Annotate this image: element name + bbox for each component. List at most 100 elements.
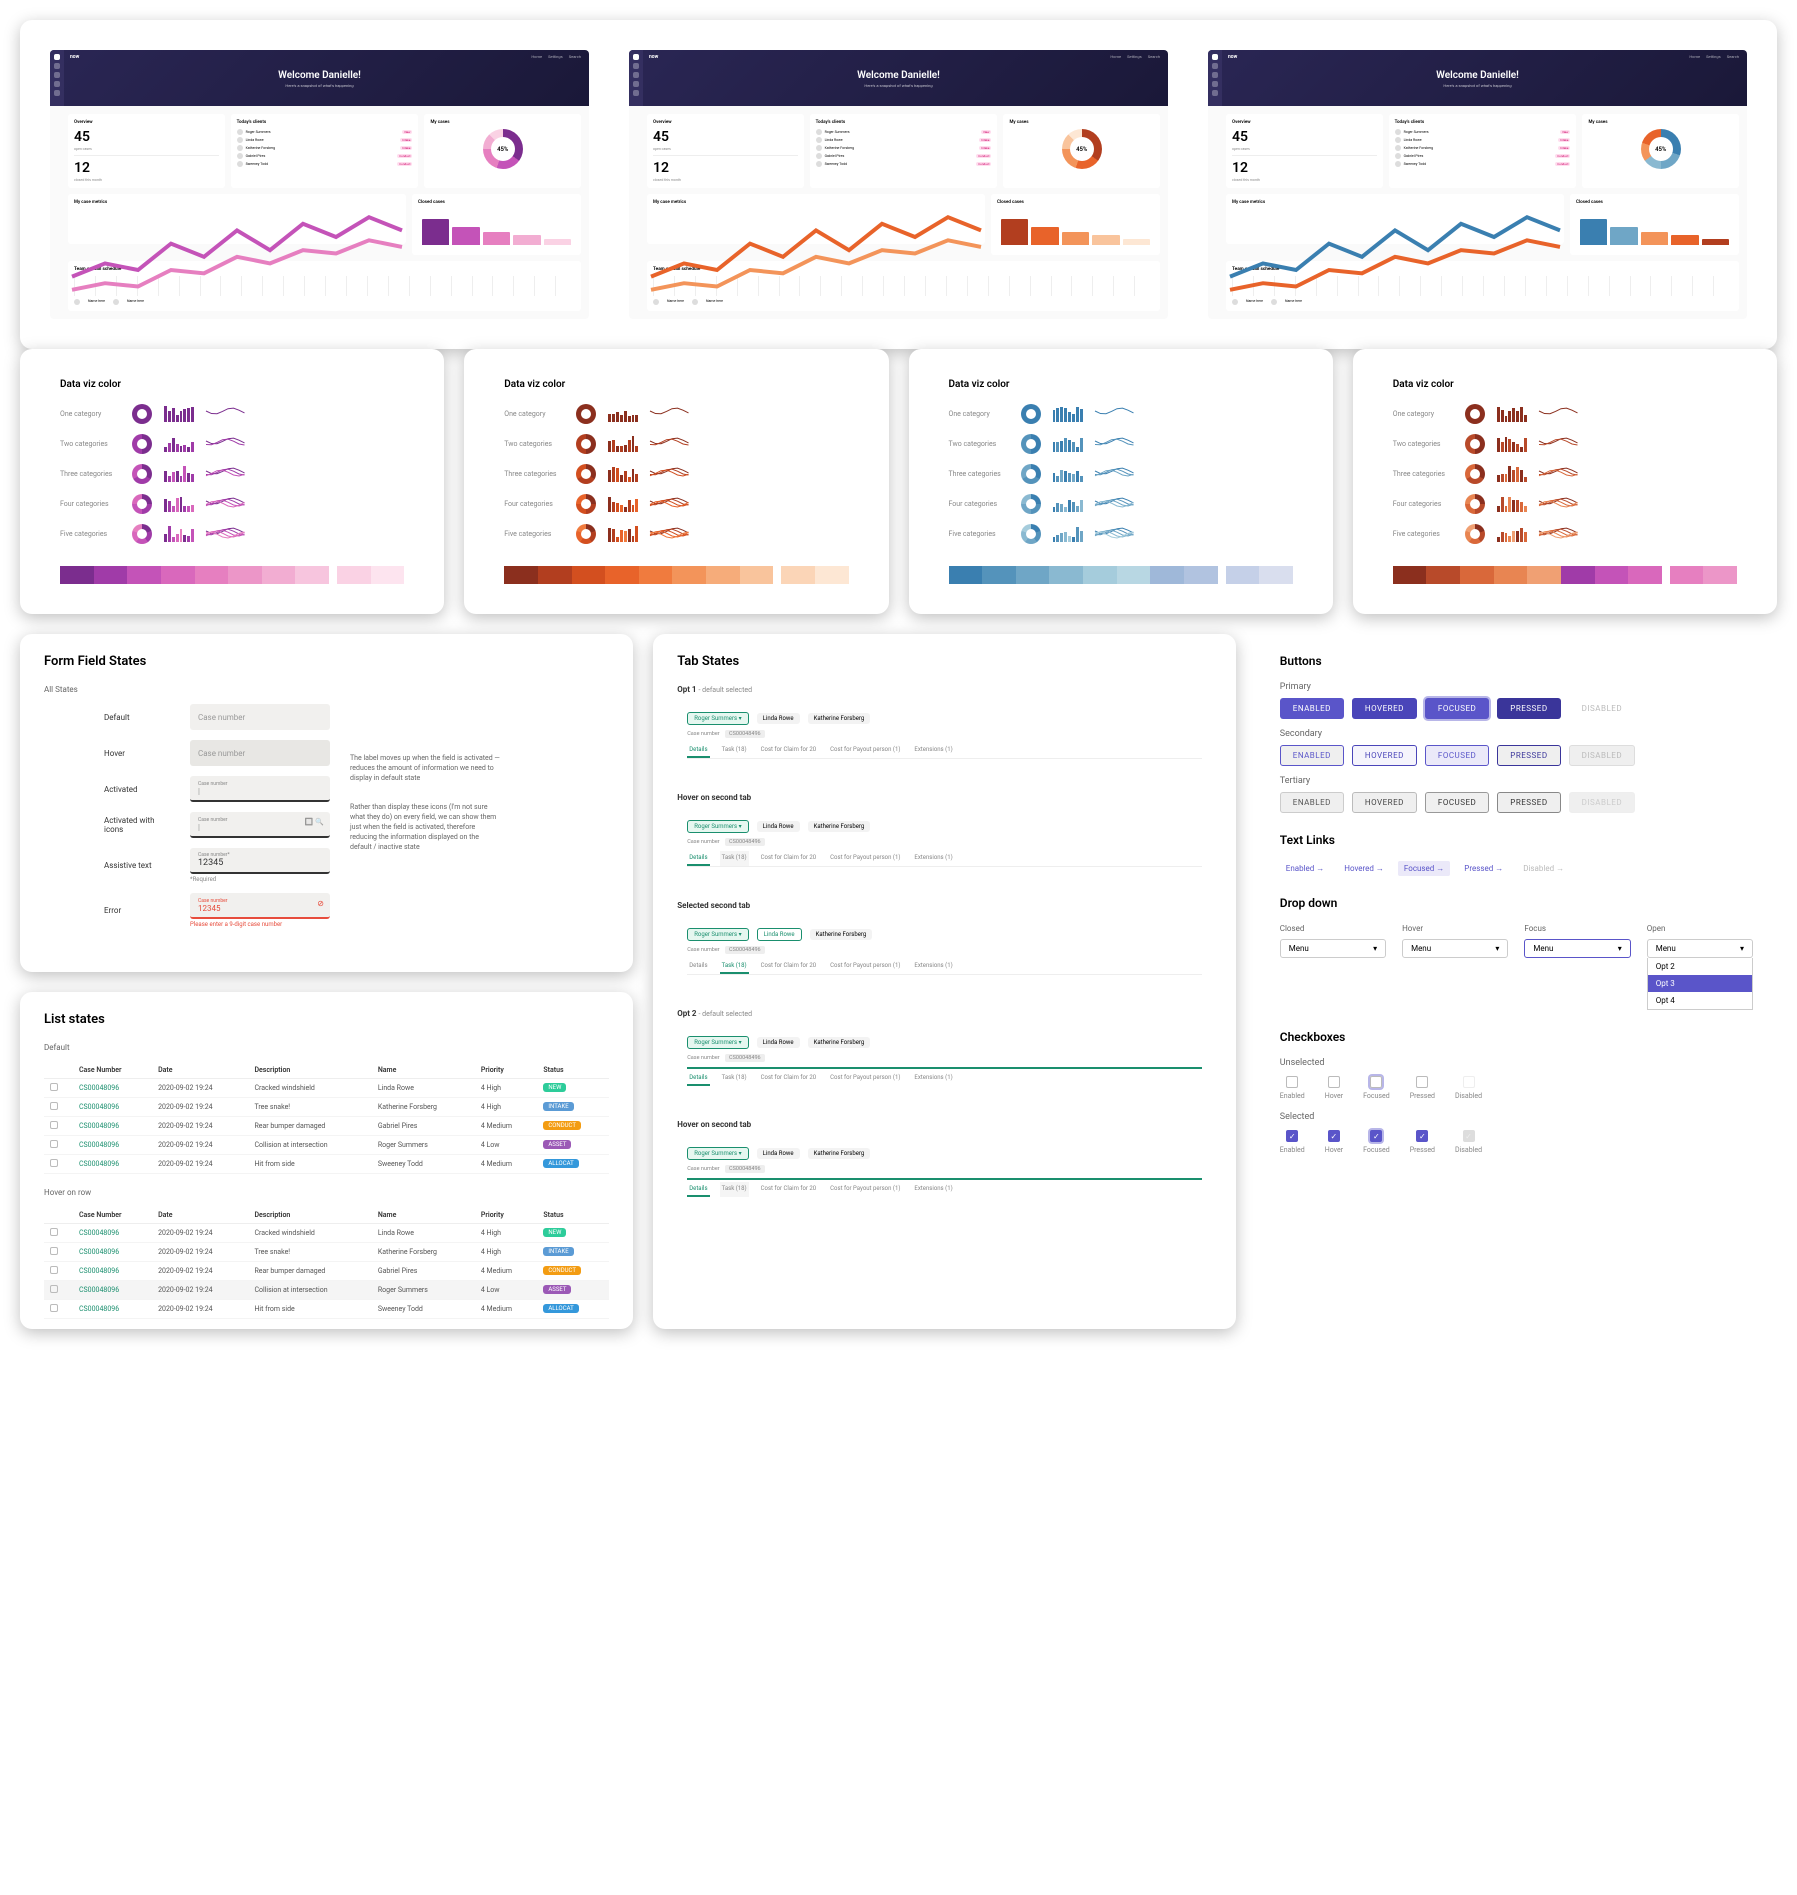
- checkbox-unchecked-pr[interactable]: [1416, 1076, 1428, 1088]
- secondary-button-ds[interactable]: DISABLED: [1569, 745, 1635, 766]
- dropdown-hover[interactable]: Menu▾: [1402, 939, 1508, 958]
- text-link-fc[interactable]: Focused: [1398, 861, 1450, 876]
- checkbox-checked-ds[interactable]: ✓: [1463, 1130, 1475, 1142]
- tab[interactable]: Extensions (1): [912, 743, 954, 758]
- breadcrumb-pill[interactable]: Linda Rowe: [757, 713, 800, 724]
- checkbox-unchecked-hv[interactable]: [1328, 1076, 1340, 1088]
- breadcrumb-pill[interactable]: Linda Rowe: [757, 1037, 800, 1048]
- tab[interactable]: Extensions (1): [912, 1071, 954, 1086]
- tab[interactable]: Cost for Claim for 20: [759, 851, 819, 866]
- table-row[interactable]: CS000480962020-09-02 19:24Cracked windsh…: [44, 1223, 609, 1242]
- text-link-hv[interactable]: Hovered: [1338, 861, 1390, 876]
- checkbox-checked-pr[interactable]: ✓: [1416, 1130, 1428, 1142]
- input-activated[interactable]: Case number|: [190, 776, 330, 802]
- client-row[interactable]: Linda RoweIntake: [1395, 137, 1571, 143]
- table-row[interactable]: CS000480962020-09-02 19:24Hit from sideS…: [44, 1299, 609, 1318]
- tab[interactable]: Task (18): [720, 851, 749, 866]
- row-checkbox[interactable]: [50, 1159, 58, 1167]
- dropdown-focus[interactable]: Menu▾: [1524, 939, 1630, 958]
- client-row[interactable]: Roger SummersNew: [237, 129, 413, 135]
- client-row[interactable]: Sweeney ToddConduct: [1395, 161, 1571, 167]
- primary-button-fc[interactable]: FOCUSED: [1425, 698, 1489, 719]
- tab[interactable]: Task (18): [720, 1182, 749, 1197]
- dropdown-open[interactable]: Menu▾: [1647, 939, 1753, 958]
- tab[interactable]: Details: [687, 1182, 709, 1197]
- row-checkbox[interactable]: [50, 1285, 58, 1293]
- table-row[interactable]: CS000480962020-09-02 19:24Collision at i…: [44, 1135, 609, 1154]
- dropdown-option[interactable]: Opt 2: [1648, 958, 1752, 975]
- tab[interactable]: Cost for Payout person (1): [828, 743, 902, 758]
- dropdown-option[interactable]: Opt 3: [1648, 975, 1752, 992]
- tab[interactable]: Extensions (1): [912, 851, 954, 866]
- secondary-button-pr[interactable]: PRESSED: [1497, 745, 1560, 766]
- table-row[interactable]: CS000480962020-09-02 19:24Tree snake!Kat…: [44, 1242, 609, 1261]
- checkbox-checked-hv[interactable]: ✓: [1328, 1130, 1340, 1142]
- tab[interactable]: Cost for Claim for 20: [759, 743, 819, 758]
- checkbox-unchecked-en[interactable]: [1286, 1076, 1298, 1088]
- table-row[interactable]: CS000480962020-09-02 19:24Rear bumper da…: [44, 1116, 609, 1135]
- breadcrumb-pill[interactable]: Linda Rowe: [757, 928, 802, 941]
- primary-button-pr[interactable]: PRESSED: [1497, 698, 1560, 719]
- tab[interactable]: Extensions (1): [912, 959, 954, 974]
- row-checkbox[interactable]: [50, 1266, 58, 1274]
- text-link-ds[interactable]: Disabled: [1517, 861, 1570, 876]
- row-checkbox[interactable]: [50, 1083, 58, 1091]
- client-row[interactable]: Sweeney ToddConduct: [237, 161, 413, 167]
- client-row[interactable]: Gabriel PiresConduct: [1395, 153, 1571, 159]
- client-row[interactable]: Gabriel PiresConduct: [816, 153, 992, 159]
- breadcrumb-pill[interactable]: Katherine Forsberg: [808, 821, 871, 832]
- tab[interactable]: Task (18): [720, 743, 749, 758]
- breadcrumb-pill[interactable]: Katherine Forsberg: [808, 713, 871, 724]
- client-row[interactable]: Sweeney ToddConduct: [816, 161, 992, 167]
- table-row[interactable]: CS000480962020-09-02 19:24Cracked windsh…: [44, 1078, 609, 1097]
- checkbox-unchecked-fc[interactable]: [1370, 1076, 1382, 1088]
- breadcrumb-pill[interactable]: Roger Summers ▾: [687, 928, 748, 941]
- checkbox-checked-fc[interactable]: ✓: [1370, 1130, 1382, 1142]
- client-row[interactable]: Gabriel PiresConduct: [237, 153, 413, 159]
- secondary-button-en[interactable]: ENABLED: [1280, 745, 1344, 766]
- tertiary-button-hv[interactable]: HOVERED: [1352, 792, 1417, 813]
- primary-button-hv[interactable]: HOVERED: [1352, 698, 1417, 719]
- tab[interactable]: Details: [687, 851, 709, 866]
- input-default[interactable]: Case number: [190, 704, 330, 730]
- tab[interactable]: Cost for Payout person (1): [828, 1071, 902, 1086]
- breadcrumb-pill[interactable]: Katherine Forsberg: [810, 929, 873, 940]
- tab[interactable]: Cost for Payout person (1): [828, 1182, 902, 1197]
- tab[interactable]: Details: [687, 959, 709, 974]
- input-assist[interactable]: Case number*12345: [190, 848, 330, 874]
- client-row[interactable]: Roger SummersNew: [1395, 129, 1571, 135]
- tertiary-button-pr[interactable]: PRESSED: [1497, 792, 1560, 813]
- breadcrumb-pill[interactable]: Linda Rowe: [757, 821, 800, 832]
- tab[interactable]: Cost for Claim for 20: [759, 959, 819, 974]
- client-row[interactable]: Katherine ForsbergIntake: [237, 145, 413, 151]
- breadcrumb-pill[interactable]: Roger Summers ▾: [687, 820, 748, 833]
- table-row[interactable]: CS000480962020-09-02 19:24Hit from sideS…: [44, 1154, 609, 1173]
- client-row[interactable]: Katherine ForsbergIntake: [1395, 145, 1571, 151]
- row-checkbox[interactable]: [50, 1140, 58, 1148]
- input-hover[interactable]: Case number: [190, 740, 330, 766]
- row-checkbox[interactable]: [50, 1228, 58, 1236]
- breadcrumb-pill[interactable]: Roger Summers ▾: [687, 1036, 748, 1049]
- input-error[interactable]: Case number12345⊘: [190, 893, 330, 919]
- text-link-en[interactable]: Enabled: [1280, 861, 1331, 876]
- breadcrumb-pill[interactable]: Katherine Forsberg: [808, 1037, 871, 1048]
- tab[interactable]: Details: [687, 743, 709, 758]
- tab[interactable]: Task (18): [720, 959, 749, 974]
- tab[interactable]: Cost for Payout person (1): [828, 959, 902, 974]
- input-activated-icons[interactable]: Case number|: [190, 812, 330, 838]
- row-checkbox[interactable]: [50, 1102, 58, 1110]
- client-row[interactable]: Linda RoweIntake: [237, 137, 413, 143]
- tab[interactable]: Cost for Payout person (1): [828, 851, 902, 866]
- client-row[interactable]: Roger SummersNew: [816, 129, 992, 135]
- breadcrumb-pill[interactable]: Roger Summers ▾: [687, 1147, 748, 1160]
- text-link-pr[interactable]: Pressed: [1458, 861, 1509, 876]
- breadcrumb-pill[interactable]: Roger Summers ▾: [687, 712, 748, 725]
- tab[interactable]: Task (18): [720, 1071, 749, 1086]
- checkbox-unchecked-ds[interactable]: [1463, 1076, 1475, 1088]
- tertiary-button-en[interactable]: ENABLED: [1280, 792, 1344, 813]
- checkbox-checked-en[interactable]: ✓: [1286, 1130, 1298, 1142]
- breadcrumb-pill[interactable]: Linda Rowe: [757, 1148, 800, 1159]
- dropdown-option[interactable]: Opt 4: [1648, 992, 1752, 1009]
- table-row[interactable]: CS000480962020-09-02 19:24Rear bumper da…: [44, 1261, 609, 1280]
- tab[interactable]: Details: [687, 1071, 709, 1086]
